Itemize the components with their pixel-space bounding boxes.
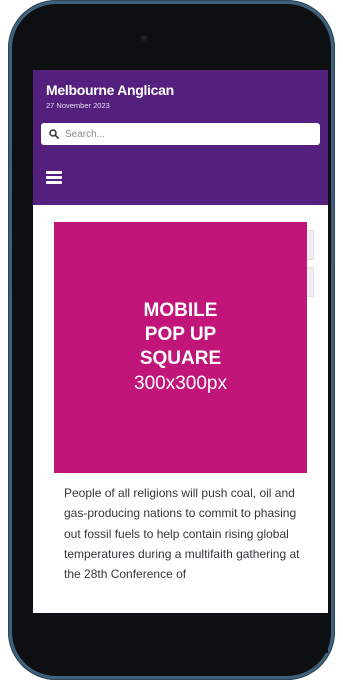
- ad-size: 300x300px: [134, 372, 227, 394]
- ad-placeholder[interactable]: MOBILE POP UP SQUARE 300x300px: [54, 222, 307, 473]
- front-camera-icon: [141, 35, 147, 41]
- ad-line: SQUARE: [139, 347, 222, 369]
- ad-line: MOBILE: [143, 299, 218, 321]
- hamburger-menu-icon[interactable]: [46, 171, 62, 184]
- phone-screen: Melbourne Anglican 27 November 2023 MOBI…: [33, 70, 328, 613]
- site-title[interactable]: Melbourne Anglican: [46, 82, 174, 98]
- search-icon[interactable]: [47, 127, 61, 141]
- phone-bottom-bezel: [33, 613, 328, 653]
- search-bar[interactable]: [41, 123, 320, 145]
- site-header: Melbourne Anglican 27 November 2023: [33, 70, 328, 205]
- search-input[interactable]: [61, 128, 305, 140]
- ad-line: POP UP: [144, 323, 217, 345]
- article-body: People of all religions will push coal, …: [64, 486, 300, 582]
- site-date: 27 November 2023: [46, 101, 110, 110]
